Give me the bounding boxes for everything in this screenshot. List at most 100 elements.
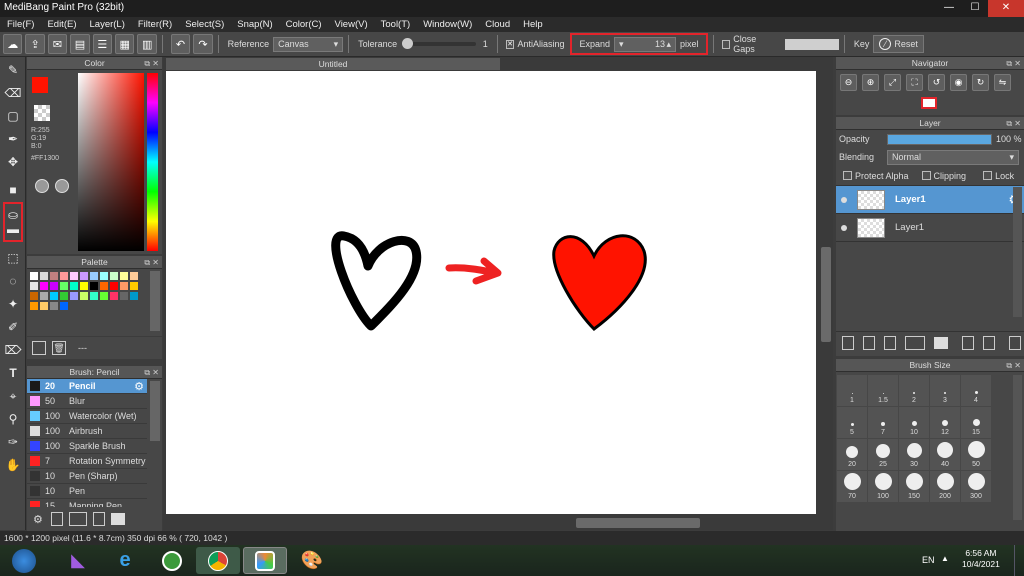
layer-folder-icon[interactable] [934,336,948,349]
bucket-tool-highlight[interactable]: ⛀ ▬ [3,202,23,242]
palette-swatch[interactable] [30,272,38,280]
palette-swatch[interactable] [50,272,58,280]
expand-stepper[interactable]: ▾ 13 ▴ [614,36,677,52]
close-gaps-checkbox[interactable] [721,39,731,49]
rotate-right-icon[interactable]: ↻ [972,74,989,91]
rotate-reset-icon[interactable]: ◉ [950,74,967,91]
grid-icon[interactable]: ▦ [115,34,135,54]
shape-tool-icon[interactable]: ▢ [3,106,23,126]
palette-swatch[interactable] [40,302,48,310]
eraser-tool-icon[interactable]: ⌫ [3,83,23,103]
delete-palette-icon[interactable]: 🗑 [52,341,66,355]
palette-swatch[interactable] [30,282,38,290]
menu-window[interactable]: Window(W) [416,17,478,32]
brush-size-cell[interactable]: 20 [837,439,867,470]
palette-swatch[interactable] [110,292,118,300]
palette-swatch[interactable] [80,282,88,290]
brush-item[interactable]: 10 Pen (Sharp) [27,469,147,484]
document-canvas[interactable] [166,71,816,514]
panel-close-icon[interactable]: ⧉ ✕ [144,57,159,70]
rotate-left-icon[interactable]: ↺ [928,74,945,91]
brush-size-cell[interactable]: 10 [899,407,929,438]
palette-swatch[interactable] [50,302,58,310]
palette-swatch[interactable] [40,282,48,290]
brush-size-cell[interactable]: 30 [899,439,929,470]
panel-close-icon[interactable]: ⧉ ✕ [1006,57,1021,70]
select-tool-icon[interactable]: ⬚ [3,248,23,268]
brush-settings-gear-icon[interactable]: ⚙ [134,380,144,393]
hue-slider[interactable] [147,73,158,251]
palette-swatch[interactable] [70,282,78,290]
antialiasing-checkbox[interactable]: ✕ [505,39,515,49]
palette-swatch[interactable] [30,292,38,300]
clipping-checkbox[interactable] [921,171,931,180]
palette-swatch[interactable] [130,292,138,300]
palette-swatch[interactable] [100,282,108,290]
brush-item[interactable]: 20 Pencil ⚙ [27,379,147,394]
palette-swatch[interactable] [110,282,118,290]
brush-size-cell[interactable]: 3 [930,375,960,406]
palette-swatch[interactable] [40,272,48,280]
palette-swatch[interactable] [30,302,38,310]
hand-tool-icon[interactable]: ✋ [3,455,23,475]
blending-select[interactable]: Normal ▾ [887,149,1019,165]
new-8bit-layer-icon[interactable] [884,335,896,350]
menu-view[interactable]: View(V) [328,17,374,32]
fit-icon[interactable]: ⤢ [884,74,901,91]
brush-size-cell[interactable]: 100 [868,471,898,502]
brush-size-cell[interactable]: 5 [837,407,867,438]
delete-layer-icon[interactable] [1009,335,1021,350]
text-tool-icon[interactable]: T [3,363,23,383]
brush-size-cell[interactable]: 25 [868,439,898,470]
taskbar-app-3[interactable] [150,547,194,574]
maximize-button[interactable]: ☐ [962,0,988,17]
palette-swatch[interactable] [60,282,68,290]
palette-swatch[interactable] [90,292,98,300]
palette-swatch[interactable] [40,292,48,300]
vertical-scrollbar[interactable] [821,247,831,342]
canvas-tab[interactable]: Untitled [166,58,500,70]
menu-color[interactable]: Color(C) [279,17,328,32]
brush-size-cell[interactable]: 50 [961,439,991,470]
select-pen-icon[interactable]: ✐ [3,317,23,337]
opacity-slider[interactable] [887,133,992,145]
saturation-value-picker[interactable] [78,73,144,251]
brush-tool-icon[interactable]: ✎ [3,60,23,80]
layer-item-selected[interactable]: Layer1 ⚙ [836,186,1024,214]
palette-swatch[interactable] [50,292,58,300]
primary-color-swatch[interactable] [32,77,48,93]
panel-close-icon[interactable]: ⧉ ✕ [1006,359,1021,372]
palette-swatch[interactable] [60,292,68,300]
menu-layer[interactable]: Layer(L) [83,17,131,32]
palette-swatch[interactable] [100,272,108,280]
horizontal-scrollbar[interactable] [576,518,700,528]
protect-alpha-checkbox[interactable] [843,171,852,180]
layer-scrollbar[interactable] [1013,187,1022,317]
brush-size-cell[interactable]: 40 [930,439,960,470]
gradient-tool-icon[interactable]: ▬ [7,222,19,236]
palette-swatch[interactable] [70,272,78,280]
taskbar-chrome[interactable] [196,547,240,574]
new-palette-icon[interactable] [32,341,46,355]
visibility-eye-icon[interactable] [841,224,847,231]
brush-size-cell[interactable]: 200 [930,471,960,502]
brush-size-cell[interactable]: 15 [961,407,991,438]
merge-layer-icon[interactable] [983,335,995,350]
brush-folder-icon[interactable] [110,513,125,525]
brush-scrollbar[interactable] [150,381,160,441]
taskbar-visual-studio[interactable]: ◣ [56,547,100,574]
color-wheel-icon[interactable] [35,179,49,193]
actual-size-icon[interactable]: ⛶ [906,74,923,91]
zoom-out-icon[interactable]: ⊖ [840,74,857,91]
brush-size-cell[interactable]: 70 [837,471,867,502]
brush-item[interactable]: 100 Watercolor (Wet) [27,409,147,424]
menu-help[interactable]: Help [516,17,549,32]
close-gaps-slider[interactable] [784,38,839,50]
taskbar-internet-explorer[interactable]: e [103,547,147,574]
brush-size-cell[interactable]: 12 [930,407,960,438]
brush-item[interactable]: 15 Mapping Pen [27,499,147,507]
new-layer-icon[interactable] [842,335,854,350]
show-desktop-button[interactable] [1014,545,1024,576]
decrement-icon[interactable]: ▾ [619,39,624,50]
brush-size-cell[interactable]: 1 [837,375,867,406]
